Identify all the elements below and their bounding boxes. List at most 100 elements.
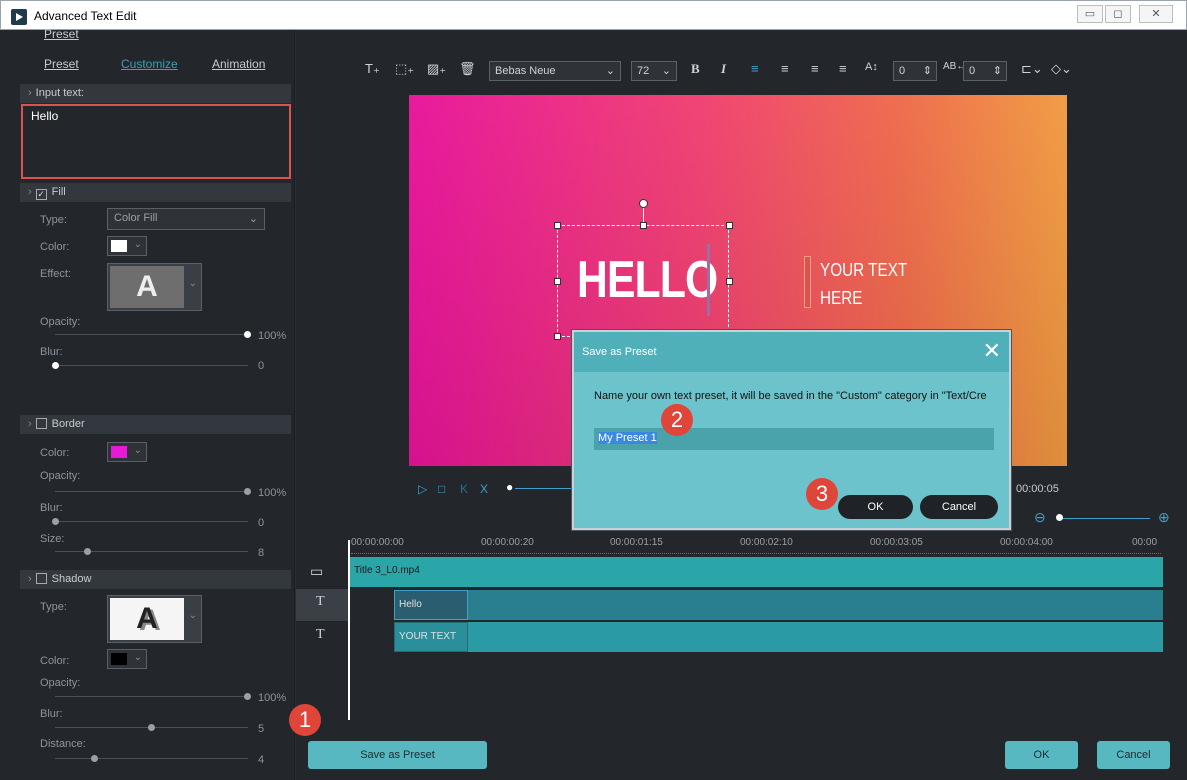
play-icon[interactable]: ▷: [418, 482, 427, 496]
line-spacing-stepper[interactable]: 0 ⇕: [893, 61, 937, 81]
text-track-icon: T: [316, 627, 325, 642]
fill-effect-picker[interactable]: A ⌄: [107, 263, 202, 311]
align-center-icon[interactable]: ≡: [781, 61, 789, 76]
input-text-header[interactable]: › Input text:: [20, 84, 291, 103]
resize-handle[interactable]: [640, 222, 647, 229]
border-blur-knob[interactable]: [52, 518, 59, 525]
rotate-handle[interactable]: [639, 199, 648, 208]
border-blur-slider[interactable]: [55, 521, 248, 522]
input-text-field[interactable]: Hello: [21, 104, 291, 179]
shadow-type-picker[interactable]: A ⌄: [107, 595, 202, 643]
border-opacity-slider[interactable]: [55, 491, 248, 492]
progress-track[interactable]: [515, 488, 575, 489]
layers-icon[interactable]: ◇⌄: [1051, 61, 1072, 77]
char-spacing-stepper[interactable]: 0 ⇕: [963, 61, 1007, 81]
fill-type-value: Color Fill: [114, 212, 158, 224]
shadow-color-label: Color:: [40, 655, 70, 667]
minimize-button[interactable]: ▭: [1077, 5, 1103, 23]
align-left-icon[interactable]: ≡: [751, 61, 759, 76]
prev-icon[interactable]: K: [460, 482, 468, 496]
ok-button[interactable]: OK: [1005, 741, 1078, 769]
input-text-label: Input text:: [35, 87, 84, 99]
fill-opacity-slider[interactable]: [55, 334, 248, 335]
font-size-select[interactable]: 72 ⌄: [631, 61, 677, 81]
close-button[interactable]: ✕: [1139, 5, 1173, 23]
justify-icon[interactable]: ≡: [839, 61, 847, 76]
align-objects-icon[interactable]: ⊏⌄: [1021, 61, 1043, 77]
preset-name-input[interactable]: My Preset 1: [594, 428, 994, 450]
add-shape-icon[interactable]: ⬚₊: [395, 61, 414, 77]
dialog-title: Save as Preset: [574, 332, 1009, 372]
text-clip-2-bg[interactable]: [394, 622, 1163, 652]
shadow-distance-label: Distance:: [40, 738, 86, 750]
fill-blur-slider[interactable]: [55, 365, 248, 366]
shadow-distance-knob[interactable]: [91, 755, 98, 762]
fill-opacity-knob[interactable]: [244, 331, 251, 338]
video-clip[interactable]: Title 3_L0.mp4: [350, 557, 1163, 587]
text-clip-1-bg[interactable]: [394, 590, 1163, 620]
shadow-header[interactable]: › Shadow: [20, 570, 291, 589]
shadow-opacity-slider[interactable]: [55, 696, 248, 697]
step-badge-1: 1: [289, 704, 321, 736]
close-icon[interactable]: ✕: [983, 340, 1001, 362]
tab-preset[interactable]: Preset: [44, 27, 79, 41]
dialog-ok-button[interactable]: OK: [838, 495, 913, 519]
shadow-opacity-knob[interactable]: [244, 693, 251, 700]
border-checkbox[interactable]: [35, 418, 47, 429]
canvas-main-text[interactable]: HELLO: [577, 250, 718, 310]
align-right-icon[interactable]: ≡: [811, 61, 819, 76]
fill-blur-label: Blur:: [40, 346, 63, 358]
text-clip-1-label: Hello: [399, 599, 422, 610]
border-opacity-knob[interactable]: [244, 488, 251, 495]
zoom-slider[interactable]: [1058, 518, 1150, 519]
fill-blur-knob[interactable]: [52, 362, 59, 369]
zoom-out-icon[interactable]: ⊖: [1034, 509, 1046, 526]
text-clip-2[interactable]: YOUR TEXT: [394, 622, 468, 652]
resize-handle[interactable]: [554, 278, 561, 285]
zoom-knob[interactable]: [1056, 514, 1063, 521]
shadow-checkbox[interactable]: [35, 573, 47, 584]
zoom-in-icon[interactable]: ⊕: [1158, 509, 1170, 526]
text-clip-1[interactable]: Hello: [394, 590, 468, 620]
tab-preset-label[interactable]: Preset: [44, 57, 79, 71]
tab-animation[interactable]: Animation: [212, 57, 265, 71]
next-icon[interactable]: X: [480, 482, 488, 496]
bold-icon[interactable]: B: [691, 61, 700, 77]
fill-header[interactable]: › ✓ Fill: [20, 183, 291, 202]
fill-type-dropdown[interactable]: Color Fill ⌄: [107, 208, 265, 230]
resize-handle[interactable]: [554, 222, 561, 229]
border-header[interactable]: › Border: [20, 415, 291, 434]
playhead-knob[interactable]: ●: [506, 480, 513, 494]
border-color-picker[interactable]: ⌄: [107, 442, 147, 462]
font-select[interactable]: Bebas Neue ⌄: [489, 61, 621, 81]
timeline-ruler[interactable]: 00:00:00:00 00:00:00:20 00:00:01:15 00:0…: [351, 534, 1161, 554]
cancel-button[interactable]: Cancel: [1097, 741, 1170, 769]
maximize-button[interactable]: ◻: [1105, 5, 1131, 23]
add-image-icon[interactable]: ▨₊: [427, 61, 446, 77]
fill-effect-label: Effect:: [40, 268, 71, 280]
fill-checkbox[interactable]: ✓: [35, 189, 47, 200]
stop-icon[interactable]: □: [438, 482, 445, 496]
fill-color-picker[interactable]: ⌄: [107, 236, 147, 256]
border-blur-value: 0: [258, 517, 265, 529]
shadow-distance-slider[interactable]: [55, 758, 248, 759]
border-size-knob[interactable]: [84, 548, 91, 555]
fill-opacity-label: Opacity:: [40, 316, 81, 328]
line-spacing-icon[interactable]: A↕: [865, 61, 878, 73]
shadow-color-picker[interactable]: ⌄: [107, 649, 147, 669]
add-text-icon[interactable]: T₊: [365, 61, 380, 77]
resize-handle[interactable]: [554, 333, 561, 340]
text-track-icon: T: [316, 594, 325, 609]
italic-icon[interactable]: I: [721, 61, 726, 77]
border-header-label: Border: [51, 418, 85, 430]
canvas-secondary-text[interactable]: YOUR TEXT HERE: [820, 256, 907, 312]
shadow-blur-label: Blur:: [40, 708, 63, 720]
text-clip-2-label: YOUR TEXT: [399, 631, 457, 642]
dialog-cancel-button[interactable]: Cancel: [920, 495, 998, 519]
shadow-blur-knob[interactable]: [148, 724, 155, 731]
resize-handle[interactable]: [726, 278, 733, 285]
save-as-preset-button[interactable]: Save as Preset: [308, 741, 487, 769]
tab-customize[interactable]: Customize: [121, 57, 178, 71]
delete-icon[interactable]: 🗑: [459, 61, 476, 77]
resize-handle[interactable]: [726, 222, 733, 229]
